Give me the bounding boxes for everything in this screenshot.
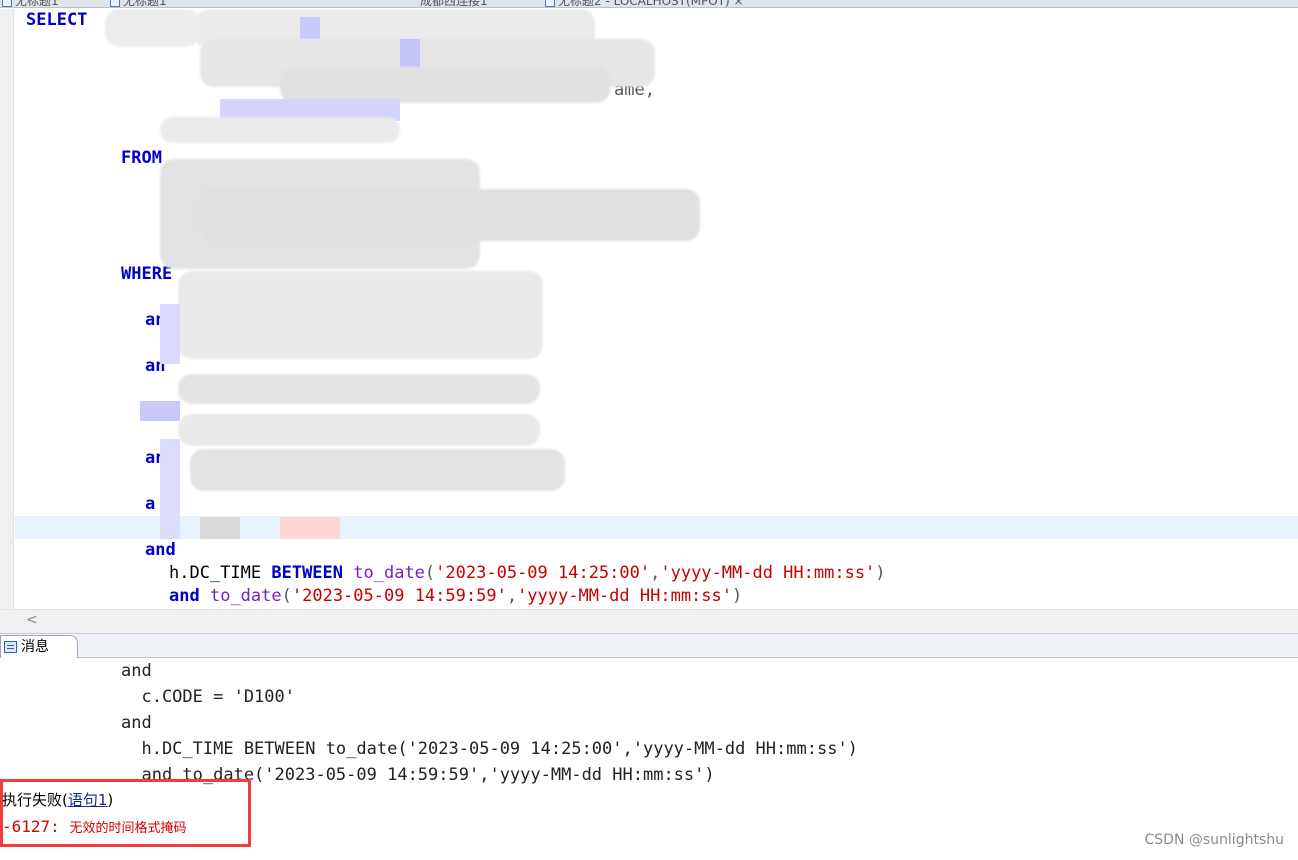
redacted-region	[160, 117, 400, 143]
output-line: and	[121, 661, 152, 681]
error-text: 无效的时间格式掩码	[69, 821, 187, 836]
sql-file-icon	[545, 0, 555, 7]
tab-messages[interactable]: 消息	[0, 635, 78, 659]
redacted-pixel	[160, 439, 180, 539]
editor-tab-strip: 无标题1 无标题1 成都西连接1 无标题2 - LOCALHOST(MPOT) …	[0, 0, 1298, 8]
editor-tab-2[interactable]: 无标题1	[110, 0, 167, 7]
redacted-region	[105, 9, 200, 47]
redacted-region	[178, 414, 540, 446]
redacted-region	[178, 271, 543, 359]
editor-tab-3[interactable]: 成都西连接1	[420, 0, 488, 7]
keyword-from: FROM	[121, 148, 162, 168]
redacted-pixel	[160, 304, 180, 364]
redacted-region	[190, 449, 565, 491]
output-line: c.CODE = 'D100'	[121, 687, 295, 707]
horizontal-scrollbar[interactable]: <	[0, 609, 1298, 633]
statement-link[interactable]: 语句1	[68, 791, 108, 809]
keyword-select: SELECT	[26, 10, 88, 30]
watermark: CSDN @sunlightshu	[1144, 832, 1284, 848]
redacted-pixel	[200, 517, 240, 539]
scroll-left-icon[interactable]: <	[26, 612, 38, 628]
code-line-and-to-date: and to_date('2023-05-09 14:59:59','yyyy-…	[169, 586, 743, 606]
error-message-line: -6127: 无效的时间格式掩码	[2, 817, 186, 836]
redacted-region	[200, 189, 700, 241]
tab-messages-label: 消息	[21, 639, 49, 655]
execution-failed-line: 执行失败(语句1)	[2, 791, 114, 809]
sql-editor[interactable]: SELECT ame, FROM WHERE an an an a and h.…	[0, 9, 1298, 609]
redacted-region	[280, 67, 610, 103]
redacted-pixel	[280, 517, 340, 539]
editor-gutter	[0, 9, 14, 609]
output-line: and	[121, 713, 152, 733]
output-line: h.DC_TIME BETWEEN to_date('2023-05-09 14…	[121, 739, 858, 759]
messages-icon	[4, 641, 17, 653]
redacted-region	[178, 374, 540, 404]
keyword-where: WHERE	[121, 264, 173, 284]
editor-tab-4[interactable]: 无标题2 - LOCALHOST(MPOT) ×	[545, 0, 744, 7]
output-panel-tabbar: 消息	[0, 633, 1298, 659]
redacted-pixel	[300, 17, 320, 39]
sql-file-icon	[2, 0, 12, 7]
keyword-and: and	[145, 540, 176, 560]
sql-file-icon	[110, 0, 120, 7]
redacted-pixel	[140, 401, 180, 421]
keyword-and-fragment: a	[145, 494, 156, 514]
editor-tab-1[interactable]: 无标题1	[2, 0, 59, 7]
code-line-between: h.DC_TIME BETWEEN to_date('2023-05-09 14…	[169, 563, 886, 583]
error-code: -6127:	[2, 817, 70, 836]
